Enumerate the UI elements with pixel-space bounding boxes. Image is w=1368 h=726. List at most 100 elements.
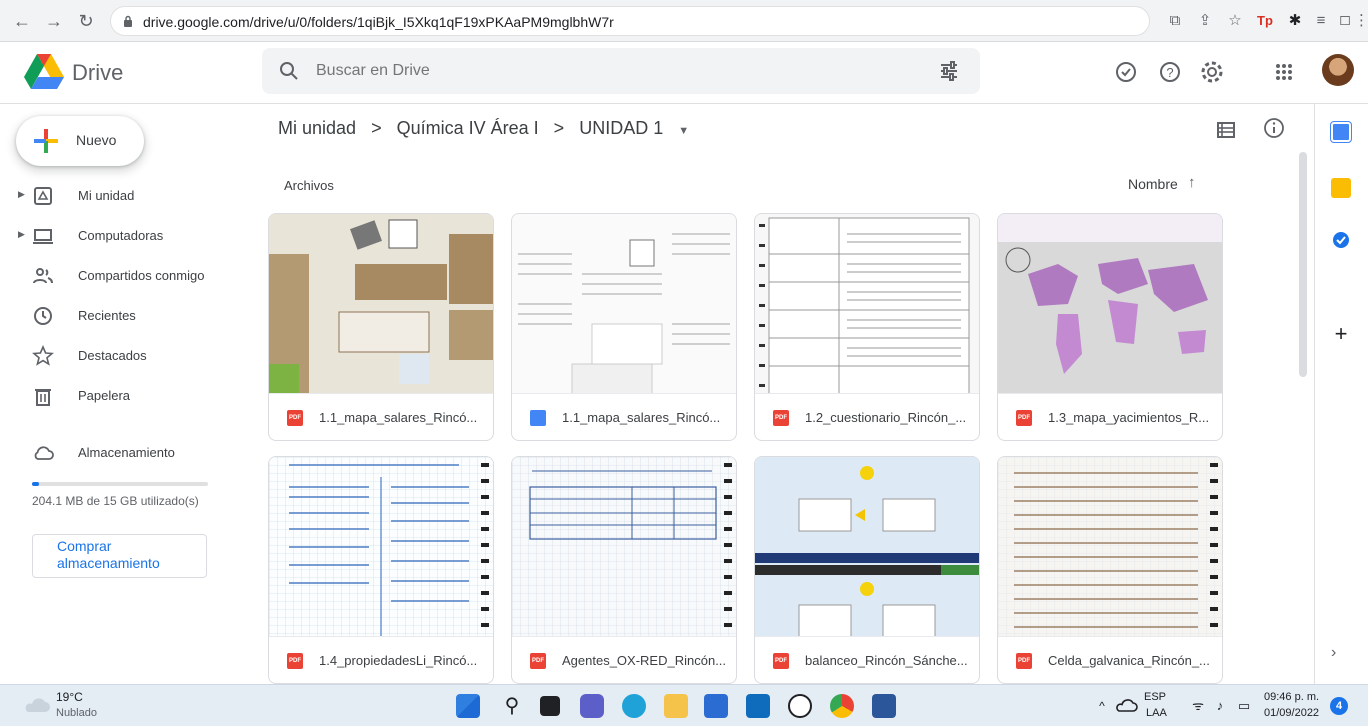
pdf-file-icon: PDF	[773, 410, 789, 426]
onedrive-icon[interactable]	[1114, 694, 1138, 718]
people-icon	[33, 268, 53, 284]
sidebar-item-label: Papelera	[78, 388, 131, 403]
extensions-puzzle-icon[interactable]: ✱	[1284, 10, 1306, 32]
browser-menu-icon[interactable]: ⋮	[1354, 10, 1368, 32]
breadcrumb-separator: >	[371, 118, 382, 138]
app-name: Drive	[72, 60, 124, 85]
star-icon	[32, 345, 54, 366]
sort-direction-icon[interactable]: ↑	[1188, 174, 1196, 191]
battery-icon[interactable]: ▭	[1232, 694, 1256, 718]
file-card[interactable]: 1.1_mapa_salares_Rincó...	[511, 213, 737, 441]
back-icon[interactable]: ←	[10, 9, 34, 33]
sidebar-item-my-drive[interactable]: ▶ Mi unidad	[0, 179, 248, 213]
microsoft-store-icon[interactable]	[704, 694, 728, 718]
volume-icon[interactable]: ♪	[1208, 694, 1232, 718]
wifi-icon[interactable]: ᯤ	[1186, 694, 1210, 718]
storage-usage-bar	[32, 482, 208, 486]
breadcrumb-item-unidad[interactable]: UNIDAD 1	[579, 118, 663, 139]
file-name: 1.1_mapa_salares_Rincó...	[319, 410, 478, 425]
file-explorer-icon[interactable]	[664, 694, 688, 718]
chevron-down-icon[interactable]: ▼	[678, 125, 689, 137]
share-icon[interactable]: ⇪	[1194, 10, 1216, 32]
clock-time[interactable]: 09:46 p. m.	[1264, 691, 1319, 703]
sidebar-item-label: Destacados	[78, 348, 147, 363]
file-card[interactable]: PDF 1.4_propiedadesLi_Rincó...	[268, 456, 494, 684]
pdf-file-icon: PDF	[1016, 410, 1032, 426]
settings-gear-icon[interactable]	[1198, 58, 1226, 86]
tasks-icon[interactable]	[1331, 230, 1351, 250]
file-card[interactable]: PDF 1.1_mapa_salares_Rincó...	[268, 213, 494, 441]
chevron-right-icon[interactable]: ›	[1331, 644, 1336, 662]
drive-header: Drive ?	[0, 42, 1368, 104]
file-card[interactable]: PDF Celda_galvanica_Rincón_...	[997, 456, 1223, 684]
side-panel: + ›	[1314, 104, 1368, 684]
sidebar-item-label: Recientes	[78, 308, 136, 323]
url-text: drive.google.com/drive/u/0/folders/1qiBj…	[143, 14, 614, 30]
forward-icon[interactable]: →	[42, 9, 66, 33]
side-panel-icon[interactable]: □	[1334, 10, 1356, 32]
keep-icon[interactable]	[1331, 178, 1351, 198]
search-box[interactable]	[262, 48, 980, 94]
buy-storage-button[interactable]: Comprar almacenamiento	[32, 534, 207, 578]
sidebar-item-computers[interactable]: ▶ Computadoras	[0, 219, 248, 253]
help-icon[interactable]: ?	[1156, 58, 1184, 86]
file-card[interactable]: PDF 1.3_mapa_yacimientos_R...	[997, 213, 1223, 441]
word-icon[interactable]	[872, 694, 896, 718]
offline-ready-icon[interactable]	[1112, 58, 1140, 86]
file-card[interactable]: PDF balanceo_Rincón_Sánche...	[754, 456, 980, 684]
sidebar-item-storage[interactable]: Almacenamiento	[0, 436, 248, 470]
clock-date[interactable]: 01/09/2022	[1264, 707, 1319, 719]
weather-temperature: 19°C	[56, 690, 83, 704]
search-options-icon[interactable]	[938, 60, 960, 82]
bookmark-star-icon[interactable]: ☆	[1224, 10, 1246, 32]
apps-grid-icon[interactable]	[1270, 58, 1298, 86]
address-bar[interactable]: drive.google.com/drive/u/0/folders/1qiBj…	[110, 6, 1150, 36]
sidebar-item-shared[interactable]: Compartidos conmigo	[0, 259, 248, 293]
keyboard-layout[interactable]: LAA	[1146, 707, 1167, 719]
calendar-icon[interactable]	[1331, 122, 1351, 142]
tray-overflow-icon[interactable]: ^	[1090, 694, 1114, 718]
expand-caret-icon[interactable]: ▶	[18, 189, 25, 200]
sort-by-button[interactable]: Nombre	[1128, 176, 1178, 192]
cloudy-weather-icon[interactable]	[22, 697, 50, 713]
windows-start-icon[interactable]	[456, 694, 480, 718]
mail-icon[interactable]	[746, 694, 770, 718]
svg-text:?: ?	[1166, 65, 1173, 80]
reading-list-icon[interactable]: ≡	[1310, 10, 1332, 32]
edge-browser-icon[interactable]	[622, 694, 646, 718]
search-icon[interactable]	[278, 60, 300, 82]
list-view-icon[interactable]	[1214, 118, 1238, 142]
breadcrumb-item-my-drive[interactable]: Mi unidad	[278, 118, 356, 139]
sidebar-item-recent[interactable]: Recientes	[0, 299, 248, 333]
scrollbar[interactable]	[1298, 152, 1308, 684]
search-input[interactable]	[316, 56, 876, 86]
search-icon[interactable]: ⚲	[500, 694, 524, 718]
expand-caret-icon[interactable]: ▶	[18, 229, 25, 240]
sidebar-item-starred[interactable]: Destacados	[0, 339, 248, 373]
scrollbar-thumb[interactable]	[1299, 152, 1307, 377]
breadcrumb-item-quimica[interactable]: Química IV Área I	[397, 118, 539, 139]
reload-icon[interactable]: ↻	[74, 9, 98, 33]
dell-icon[interactable]	[788, 694, 812, 718]
file-name: 1.4_propiedadesLi_Rincó...	[319, 653, 478, 668]
pdf-file-icon: PDF	[1016, 653, 1032, 669]
screenshot-icon[interactable]: ⧉	[1164, 10, 1186, 32]
account-avatar[interactable]	[1322, 54, 1354, 86]
pdf-file-icon: PDF	[287, 653, 303, 669]
drive-logo-icon[interactable]	[24, 54, 64, 90]
extension-tp-icon[interactable]: Tp	[1254, 10, 1276, 32]
section-label: Archivos	[284, 178, 334, 193]
new-button[interactable]: Nuevo	[16, 116, 144, 166]
file-card[interactable]: PDF Agentes_OX-RED_Rincón...	[511, 456, 737, 684]
file-card[interactable]: PDF 1.2_cuestionario_Rincón_...	[754, 213, 980, 441]
task-view-icon[interactable]	[540, 696, 560, 716]
info-icon[interactable]	[1262, 116, 1286, 140]
file-name: Agentes_OX-RED_Rincón...	[562, 653, 727, 668]
doc-file-icon	[530, 410, 546, 426]
sidebar-item-trash[interactable]: Papelera	[0, 379, 248, 413]
input-language[interactable]: ESP	[1144, 691, 1166, 703]
chat-icon[interactable]	[580, 694, 604, 718]
chrome-icon[interactable]	[830, 694, 854, 718]
notification-badge[interactable]: 4	[1330, 697, 1348, 715]
add-addon-icon[interactable]: +	[1331, 323, 1351, 345]
